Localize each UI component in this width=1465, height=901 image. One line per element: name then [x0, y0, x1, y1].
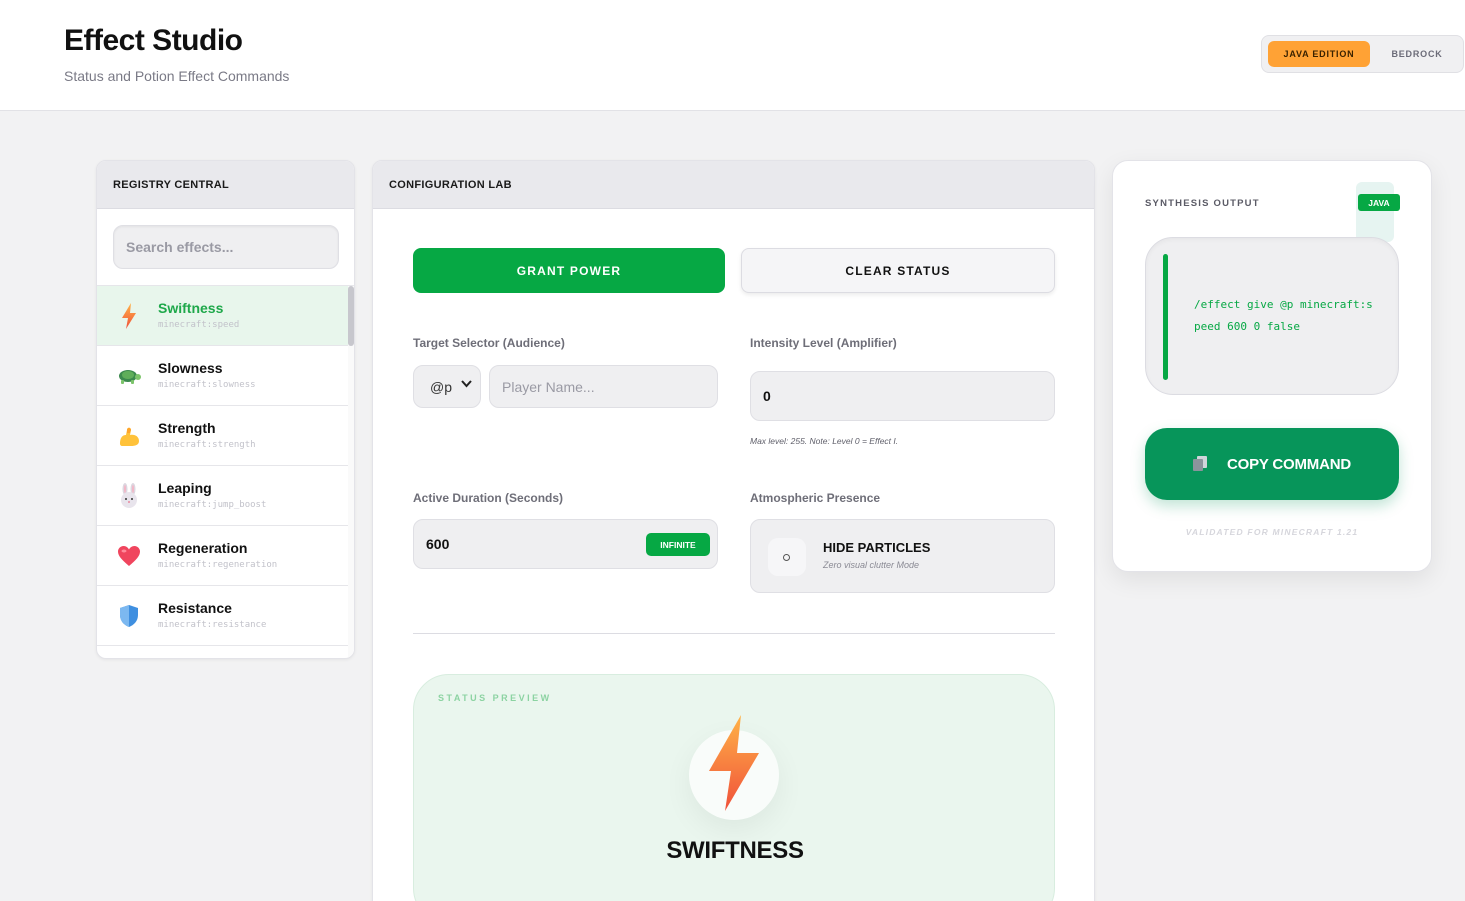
- effect-item-leaping[interactable]: Leaping minecraft:jump_boost: [97, 466, 350, 526]
- effect-name: Slowness: [158, 360, 223, 376]
- configuration-panel: CONFIGURATION LAB GRANT POWER CLEAR STAT…: [372, 160, 1095, 901]
- player-name-input[interactable]: Player Name...: [489, 365, 718, 408]
- effect-list: Swiftness minecraft:speed Slowness minec…: [97, 286, 354, 658]
- effect-item-resistance[interactable]: Resistance minecraft:resistance: [97, 586, 350, 646]
- clear-status-button[interactable]: CLEAR STATUS: [741, 248, 1055, 293]
- particles-subtitle: Zero visual clutter Mode: [823, 560, 920, 570]
- effect-id: minecraft:slowness: [158, 380, 256, 390]
- effect-name: Swiftness: [158, 300, 224, 316]
- effect-item-slowness[interactable]: Slowness minecraft:slowness: [97, 346, 350, 406]
- effect-item-regeneration[interactable]: Regeneration minecraft:regeneration: [97, 526, 350, 586]
- preview-name: SWIFTNESS: [666, 837, 804, 864]
- validated-note: VALIDATED FOR MINECRAFT 1.21: [1185, 527, 1359, 537]
- registry-header: REGISTRY CENTRAL: [97, 161, 354, 209]
- output-label: SYNTHESIS OUTPUT: [1145, 198, 1260, 209]
- lightning-icon: [699, 713, 769, 813]
- edition-toggle: JAVA EDITION BEDROCK: [1261, 35, 1464, 73]
- output-panel: SYNTHESIS OUTPUT JAVA /effect give @p mi…: [1112, 160, 1432, 572]
- duration-label: Active Duration (Seconds): [413, 491, 564, 505]
- scrollbar[interactable]: [348, 286, 354, 658]
- accent-tab: [1356, 182, 1394, 242]
- divider: [413, 633, 1055, 634]
- bedrock-edition-button[interactable]: BEDROCK: [1376, 41, 1458, 67]
- effect-id: minecraft:regeneration: [158, 560, 278, 570]
- lightning-icon: [115, 302, 143, 330]
- selector-value: @p: [430, 378, 452, 395]
- shield-icon: [115, 602, 143, 630]
- heart-icon: [115, 542, 143, 570]
- app-subtitle: Status and Potion Effect Commands: [64, 68, 290, 84]
- command-text: /effect give @p minecraft:speed 600 0 fa…: [1194, 298, 1373, 333]
- selector-dropdown[interactable]: @p: [413, 365, 481, 408]
- intensity-hint: Max level: 255. Note: Level 0 = Effect I…: [750, 436, 899, 446]
- chevron-down-icon: [461, 379, 472, 391]
- app-title: Effect Studio: [64, 24, 243, 57]
- java-edition-button[interactable]: JAVA EDITION: [1268, 41, 1370, 67]
- command-code-box: /effect give @p minecraft:speed 600 0 fa…: [1145, 237, 1399, 395]
- effect-id: minecraft:jump_boost: [158, 500, 267, 510]
- intensity-input[interactable]: 0: [750, 371, 1055, 421]
- rabbit-icon: [115, 482, 143, 510]
- target-selector-label: Target Selector (Audience): [413, 336, 565, 350]
- clipboard-icon: [1193, 456, 1209, 472]
- flexed-bicep-icon: [115, 422, 143, 450]
- search-input[interactable]: [113, 225, 339, 269]
- intensity-label: Intensity Level (Amplifier): [750, 336, 897, 350]
- top-bar: Effect Studio Status and Potion Effect C…: [0, 0, 1465, 111]
- code-accent-bar: [1163, 254, 1168, 380]
- particles-title: HIDE PARTICLES: [823, 540, 931, 555]
- configuration-header: CONFIGURATION LAB: [373, 161, 1094, 209]
- copy-command-label: COPY COMMAND: [1227, 455, 1351, 473]
- effect-id: minecraft:strength: [158, 440, 256, 450]
- scroll-thumb[interactable]: [348, 286, 354, 346]
- registry-panel: REGISTRY CENTRAL Swiftness minecraft:spe…: [96, 160, 355, 659]
- status-preview: STATUS PREVIEW SWIFTNESS: [413, 674, 1055, 901]
- grant-power-button[interactable]: GRANT POWER: [413, 248, 725, 293]
- search-wrap: [97, 209, 354, 286]
- edition-badge: JAVA: [1358, 194, 1400, 211]
- turtle-icon: [115, 362, 143, 390]
- infinite-button[interactable]: INFINITE: [646, 533, 710, 556]
- effect-item-swiftness[interactable]: Swiftness minecraft:speed: [97, 286, 350, 346]
- effect-name: Strength: [158, 420, 216, 436]
- effect-id: minecraft:resistance: [158, 620, 267, 630]
- toggle-switch-icon[interactable]: [768, 538, 806, 576]
- effect-name: Resistance: [158, 600, 232, 616]
- effect-id: minecraft:speed: [158, 320, 240, 330]
- hide-particles-toggle[interactable]: HIDE PARTICLES Zero visual clutter Mode: [750, 519, 1055, 593]
- presence-label: Atmospheric Presence: [750, 491, 881, 505]
- effect-item-strength[interactable]: Strength minecraft:strength: [97, 406, 350, 466]
- effect-name: Regeneration: [158, 540, 248, 556]
- copy-command-button[interactable]: COPY COMMAND: [1145, 428, 1399, 500]
- preview-label: STATUS PREVIEW: [438, 693, 552, 703]
- effect-name: Leaping: [158, 480, 212, 496]
